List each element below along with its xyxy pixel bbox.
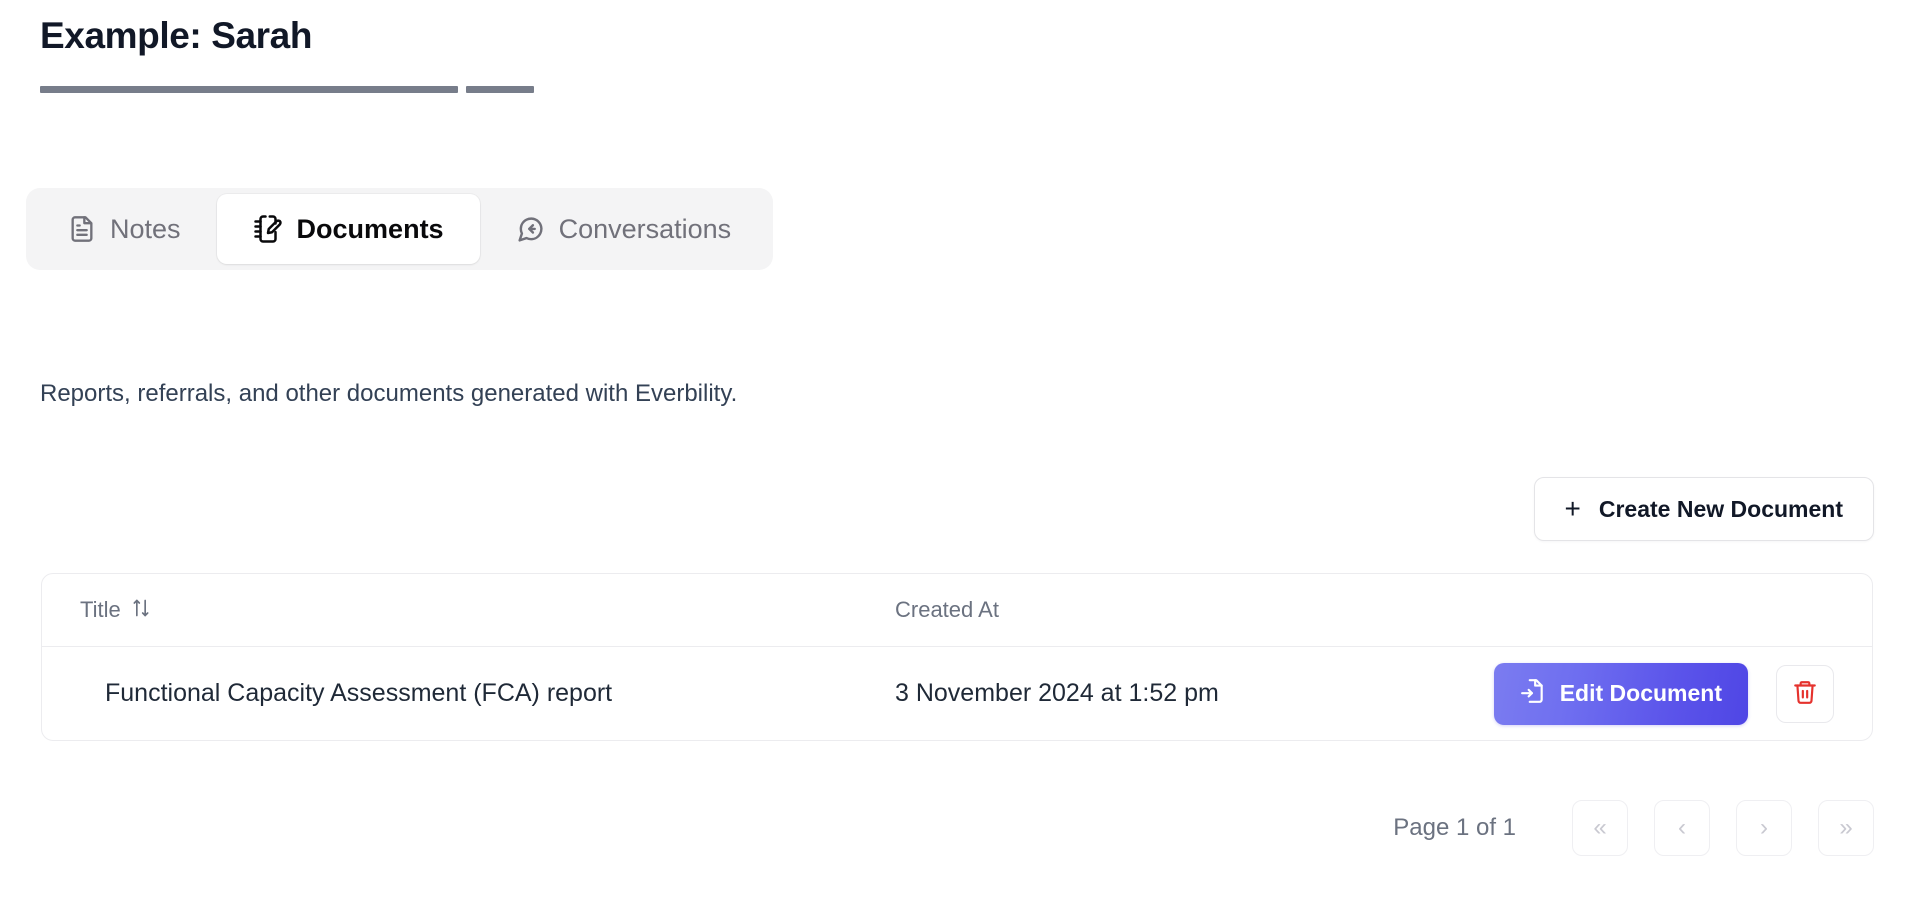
documents-page: Example: Sarah Notes Documents Conversat… [0,0,1920,900]
tab-conversations-label: Conversations [558,213,732,244]
tab-documents-label: Documents [296,213,444,244]
plus-icon: + [1564,493,1581,524]
column-header-created-at: Created At [895,597,1834,623]
cell-actions: Edit Document [1493,662,1834,725]
next-page-button[interactable]: › [1736,800,1792,856]
table-header-row: Title Created At [42,574,1872,647]
tab-notes-label: Notes [110,213,181,244]
title-underline-bars [40,86,534,93]
column-header-title-label: Title [80,597,121,622]
tab-bar: Notes Documents Conversations [26,188,774,270]
pagination: Page 1 of 1 « ‹ › » [1393,800,1874,856]
table-row: Functional Capacity Assessment (FCA) rep… [42,647,1872,740]
file-input-icon [1520,678,1546,710]
cell-document-title: Functional Capacity Assessment (FCA) rep… [105,679,613,707]
documents-table: Title Created At Functional Capacity Ass… [41,573,1873,741]
tab-conversations[interactable]: Conversations [480,194,768,264]
message-reply-icon [516,215,545,244]
notebook-pen-icon [253,214,283,244]
delete-document-button[interactable] [1776,664,1834,723]
edit-document-label: Edit Document [1559,680,1722,706]
section-description: Reports, referrals, and other documents … [40,380,738,407]
skeleton-bar-long [40,86,458,93]
page-header: Example: Sarah [40,14,312,58]
trash-icon [1792,679,1818,708]
skeleton-bar-short [466,86,534,93]
page-title: Example: Sarah [40,15,313,56]
tab-documents[interactable]: Documents [216,194,480,264]
create-new-document-label: Create New Document [1598,495,1843,522]
first-page-button[interactable]: « [1572,800,1628,856]
create-new-document-button[interactable]: + Create New Document [1533,477,1874,541]
column-header-title[interactable]: Title [80,597,895,623]
last-page-button[interactable]: » [1818,800,1874,856]
edit-document-button[interactable]: Edit Document [1493,662,1748,725]
column-header-created-at-label: Created At [895,597,999,622]
tab-notes[interactable]: Notes [32,194,217,264]
file-text-icon [68,215,96,243]
page-info-label: Page 1 of 1 [1393,814,1516,841]
cell-created-at: 3 November 2024 at 1:52 pm [895,679,1219,707]
prev-page-button[interactable]: ‹ [1654,800,1710,856]
sort-updown-icon [131,598,151,622]
